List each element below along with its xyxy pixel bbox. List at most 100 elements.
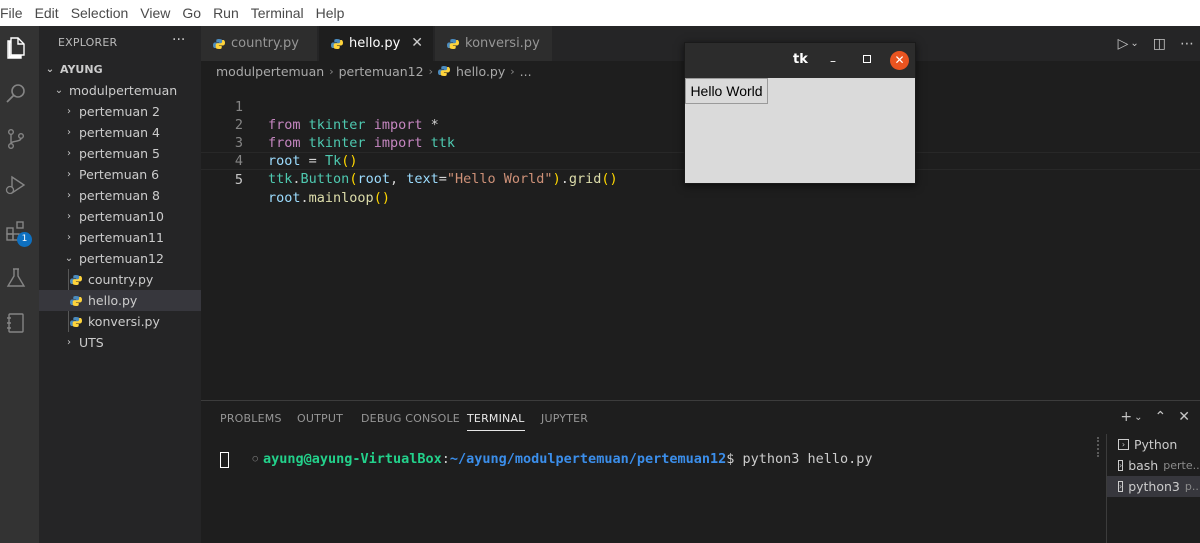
explorer-title: EXPLORER (58, 36, 118, 49)
tab-jupyter[interactable]: JUPYTER (541, 412, 588, 425)
folder-label: pertemuan10 (79, 209, 164, 224)
notebook-icon[interactable] (4, 311, 28, 335)
folder-label: pertemuan11 (79, 230, 164, 245)
chevron-right-icon: › (67, 148, 71, 159)
tab-output[interactable]: OUTPUT (297, 412, 343, 425)
tab-hello-py[interactable]: hello.py ✕ (319, 26, 434, 61)
folder-uts[interactable]: › UTS (39, 332, 201, 353)
terminal-icon: › (1118, 460, 1124, 471)
menu-selection[interactable]: Selection (71, 5, 129, 21)
python-file-icon (447, 38, 459, 49)
add-terminal-icon[interactable]: + (1120, 409, 1132, 425)
maximize-icon[interactable] (863, 55, 871, 63)
file-hello-py[interactable]: hello.py (39, 290, 201, 311)
file-konversi-py[interactable]: konversi.py (39, 311, 201, 332)
editor-actions: ▷ ⌄ ◫ ⋯ (1118, 26, 1200, 61)
tab-terminal[interactable]: TERMINAL (467, 412, 525, 431)
close-icon[interactable]: ✕ (1178, 409, 1190, 425)
python-file-icon (437, 66, 450, 76)
chevron-down-icon[interactable]: ⌄ (1134, 412, 1142, 425)
terminal-scrollbar[interactable] (1097, 437, 1099, 457)
menu-view[interactable]: View (140, 5, 170, 21)
chevron-up-icon[interactable]: ⌃ (1155, 409, 1167, 425)
folder-pertemuan11[interactable]: › pertemuan11 (39, 227, 201, 248)
tab-konversi-py[interactable]: konversi.py (435, 26, 553, 61)
tab-label: konversi.py (465, 36, 540, 51)
folder-label: pertemuan 2 (79, 104, 160, 119)
workspace-root[interactable]: ⌄ AYUNG (39, 59, 201, 80)
python-file-icon (331, 38, 343, 49)
file-label: konversi.py (88, 314, 160, 329)
more-actions-icon[interactable]: ··· (172, 32, 185, 48)
folder-modulpertemuan[interactable]: ⌄ modulpertemuan (39, 80, 201, 101)
run-debug-icon[interactable] (4, 173, 28, 197)
source-control-icon[interactable] (4, 127, 28, 151)
menu-edit[interactable]: Edit (35, 5, 59, 21)
python-file-icon (70, 316, 82, 327)
folder-pertemuan-8[interactable]: › pertemuan 8 (39, 185, 201, 206)
tab-label: hello.py (349, 36, 401, 51)
terminal-item-python[interactable]: › Python (1107, 434, 1200, 455)
folder-label: pertemuan12 (79, 251, 164, 266)
chevron-right-icon: › (67, 127, 71, 138)
menu-help[interactable]: Help (316, 5, 345, 21)
chevron-down-icon: ⌄ (45, 64, 55, 75)
chevron-down-icon[interactable]: ⌄ (1130, 38, 1138, 49)
terminal-list: › Python › bash perte... › python3 p... (1106, 434, 1200, 543)
folder-pertemuan-4[interactable]: › pertemuan 4 (39, 122, 201, 143)
breadcrumb-item[interactable]: modulpertemuan (216, 64, 324, 79)
breadcrumb-item[interactable]: pertemuan12 (339, 64, 424, 79)
hello-world-button[interactable]: Hello World (685, 78, 768, 104)
terminal-icon: › (1118, 481, 1124, 492)
folder-label: pertemuan 5 (79, 146, 160, 161)
terminal-path: ~/ayung/modulpertemuan/pertemuan12 (449, 451, 727, 467)
chevron-right-icon: › (428, 64, 433, 78)
terminal-item-python3[interactable]: › python3 p... (1107, 476, 1200, 497)
python-file-icon (70, 274, 82, 285)
terminal-item-bash[interactable]: › bash perte... (1107, 455, 1200, 476)
menu-terminal[interactable]: Terminal (251, 5, 304, 21)
bottom-panel: PROBLEMS OUTPUT DEBUG CONSOLE TERMINAL J… (201, 400, 1200, 543)
close-icon[interactable]: ✕ (411, 35, 423, 51)
chevron-down-icon: ⌄ (54, 85, 64, 96)
menu-go[interactable]: Go (182, 5, 201, 21)
terminal-sub: perte... (1163, 459, 1200, 472)
file-label: hello.py (88, 293, 138, 308)
python-file-icon (70, 295, 82, 306)
menu-run[interactable]: Run (213, 5, 239, 21)
terminal-name: python3 (1128, 479, 1180, 494)
minimize-icon[interactable]: – (830, 54, 836, 68)
folder-pertemuan-2[interactable]: › pertemuan 2 (39, 101, 201, 122)
breadcrumb-item[interactable]: ... (520, 64, 532, 79)
folder-pertemuan-6[interactable]: › Pertemuan 6 (39, 164, 201, 185)
close-icon[interactable]: ✕ (890, 51, 909, 70)
more-actions-icon[interactable]: ⋯ (1180, 36, 1194, 52)
chevron-right-icon: › (329, 64, 334, 78)
chevron-down-icon: ⌄ (64, 253, 74, 264)
files-icon[interactable] (4, 36, 28, 60)
folder-label: modulpertemuan (69, 83, 178, 98)
menu-file[interactable]: File (0, 5, 23, 21)
tab-label: country.py (231, 36, 299, 51)
breadcrumb: modulpertemuan › pertemuan12 › hello.py … (216, 62, 532, 80)
testing-icon[interactable] (4, 266, 28, 290)
chevron-right-icon: › (67, 211, 71, 222)
split-editor-icon[interactable]: ◫ (1153, 36, 1166, 52)
explorer-sidebar: EXPLORER ··· ⌄ AYUNG ⌄ modulpertemuan › … (39, 26, 201, 543)
terminal-prompt-line[interactable]: ○ ayung@ayung-VirtualBox:~/ayung/modulper… (220, 435, 873, 483)
tab-debug-console[interactable]: DEBUG CONSOLE (361, 412, 460, 425)
file-country-py[interactable]: country.py (39, 269, 201, 290)
tk-titlebar[interactable]: tk – ✕ (685, 43, 915, 78)
folder-label: Pertemuan 6 (79, 167, 160, 182)
folder-pertemuan12[interactable]: ⌄ pertemuan12 (39, 248, 201, 269)
tab-problems[interactable]: PROBLEMS (220, 412, 282, 425)
breadcrumb-item[interactable]: hello.py (456, 64, 505, 79)
folder-pertemuan-5[interactable]: › pertemuan 5 (39, 143, 201, 164)
code-text: ttk.Button(root, text="Hello World").gri… (268, 171, 618, 187)
tab-country-py[interactable]: country.py (201, 26, 318, 61)
folder-label: pertemuan 4 (79, 125, 160, 140)
run-icon[interactable]: ▷ (1118, 36, 1129, 52)
circle-icon: ○ (252, 454, 258, 464)
folder-pertemuan10[interactable]: › pertemuan10 (39, 206, 201, 227)
search-icon[interactable] (4, 82, 28, 106)
